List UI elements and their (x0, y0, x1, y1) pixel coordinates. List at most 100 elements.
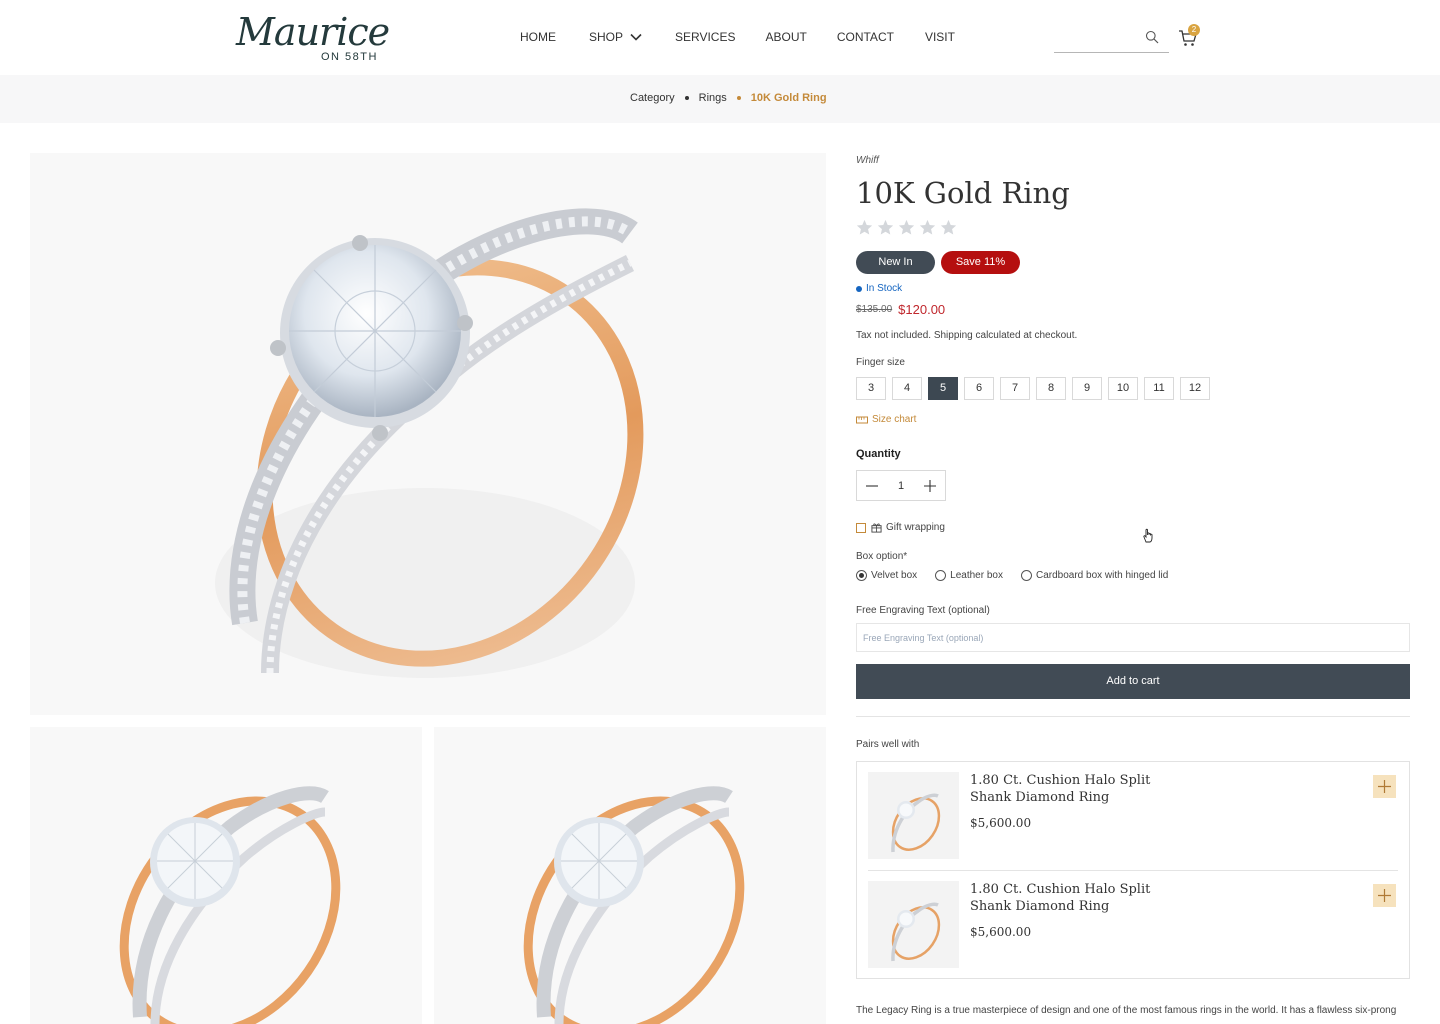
size-selector: 3 4 5 6 7 8 9 10 11 12 (856, 377, 1216, 400)
pair-product-name[interactable]: 1.80 Ct. Cushion Halo Split Shank Diamon… (970, 881, 1190, 915)
size-option-9[interactable]: 9 (1072, 377, 1102, 400)
search-input[interactable] (1054, 26, 1142, 50)
gift-wrapping-option[interactable]: Gift wrapping (856, 522, 945, 533)
finger-size-label: Finger size (856, 357, 905, 368)
price-block: $135.00 $120.00 (856, 302, 945, 317)
pair-item[interactable]: 1.80 Ct. Cushion Halo Split Shank Diamon… (868, 881, 1398, 981)
logo-subtitle: ON 58TH (321, 51, 378, 63)
breadcrumb-current: 10K Gold Ring (750, 92, 827, 104)
ring-image (523, 786, 745, 1024)
search-icon[interactable] (1145, 30, 1159, 44)
size-option-5[interactable]: 5 (928, 377, 958, 400)
size-option-8[interactable]: 8 (1036, 377, 1066, 400)
size-option-10[interactable]: 10 (1108, 377, 1138, 400)
product-vendor[interactable]: Whiff (856, 155, 879, 166)
nav-shop-label: SHOP (589, 30, 624, 44)
save-badge: Save 11% (941, 251, 1020, 274)
size-option-7[interactable]: 7 (1000, 377, 1030, 400)
nav-contact[interactable]: CONTACT (837, 30, 894, 44)
pairs-label: Pairs well with (856, 739, 920, 750)
add-to-cart-button[interactable]: Add to cart (856, 664, 1410, 699)
nav-visit[interactable]: VISIT (925, 30, 955, 44)
product-image-main[interactable] (30, 153, 826, 715)
nav-about[interactable]: ABOUT (765, 30, 806, 44)
size-chart-link[interactable]: Size chart (856, 414, 916, 425)
breadcrumb: Category Rings 10K Gold Ring (630, 92, 827, 104)
ring-image (891, 902, 941, 962)
box-option-velvet[interactable]: Velvet box (856, 570, 917, 581)
size-option-4[interactable]: 4 (892, 377, 922, 400)
star-icon (877, 219, 894, 235)
rating-stars (856, 219, 961, 236)
breadcrumb-category[interactable]: Category (630, 92, 675, 104)
chevron-down-icon (630, 33, 642, 41)
breadcrumb-separator (736, 96, 741, 100)
minus-icon[interactable] (865, 479, 879, 493)
tax-note: Tax not included. Shipping calculated at… (856, 330, 1078, 341)
size-option-12[interactable]: 12 (1180, 377, 1210, 400)
ring-image (119, 786, 341, 1024)
pairs-well-with-list: 1.80 Ct. Cushion Halo Split Shank Diamon… (856, 761, 1410, 979)
main-nav: HOME SHOP SERVICES ABOUT CONTACT VISIT (520, 30, 955, 44)
radio-velvet[interactable] (856, 570, 867, 581)
gift-label: Gift wrapping (886, 522, 945, 533)
box-option-leather[interactable]: Leather box (935, 570, 1003, 581)
plus-icon[interactable] (923, 479, 937, 493)
hand-cursor-icon (1143, 528, 1153, 543)
pair-product-image[interactable] (868, 881, 959, 968)
product-image-thumb-2[interactable] (434, 727, 826, 1024)
add-icon[interactable] (1373, 775, 1396, 798)
nav-services[interactable]: SERVICES (675, 30, 735, 44)
add-icon[interactable] (1373, 884, 1396, 907)
nav-shop[interactable]: SHOP (589, 30, 643, 44)
star-icon (940, 219, 957, 235)
box-option-leather-label: Leather box (950, 570, 1003, 581)
product-image-thumb-1[interactable] (30, 727, 422, 1024)
stock-dot-icon (856, 285, 862, 292)
new-in-badge: New In (856, 251, 935, 274)
gift-icon (871, 523, 882, 533)
product-description: The Legacy Ring is a true masterpiece of… (856, 1005, 1397, 1016)
search-box (1054, 26, 1169, 53)
box-option-cardboard-label: Cardboard box with hinged lid (1035, 570, 1169, 581)
engraving-input[interactable] (856, 623, 1410, 652)
size-option-6[interactable]: 6 (964, 377, 994, 400)
section-divider (856, 716, 1410, 717)
nav-home[interactable]: HOME (520, 30, 556, 44)
pair-item[interactable]: 1.80 Ct. Cushion Halo Split Shank Diamon… (868, 772, 1398, 871)
pair-product-image[interactable] (868, 772, 959, 859)
ring-image (891, 793, 941, 853)
ring-image (215, 208, 644, 678)
price-original: $135.00 (856, 304, 893, 315)
logo[interactable]: Maurice ON 58TH (236, 10, 396, 66)
breadcrumb-bar: Category Rings 10K Gold Ring (0, 75, 1440, 123)
product-title: 10K Gold Ring (856, 176, 1070, 210)
quantity-value[interactable]: 1 (898, 480, 904, 492)
product-badges: New In Save 11% (856, 251, 1026, 274)
pair-product-price: $5,600.00 (970, 816, 1032, 830)
breadcrumb-separator (684, 96, 689, 100)
quantity-stepper: 1 (856, 470, 946, 501)
quantity-label: Quantity (856, 448, 901, 460)
size-option-11[interactable]: 11 (1144, 377, 1174, 400)
star-icon (919, 219, 936, 235)
pair-product-name[interactable]: 1.80 Ct. Cushion Halo Split Shank Diamon… (970, 772, 1190, 806)
radio-cardboard[interactable] (1020, 570, 1032, 581)
size-chart-label: Size chart (872, 414, 917, 425)
site-header: Maurice ON 58TH HOME SHOP SERVICES ABOUT… (0, 0, 1440, 75)
radio-leather[interactable] (935, 570, 947, 581)
cart-count-badge: 2 (1188, 24, 1200, 36)
logo-script: Maurice (236, 10, 390, 54)
gift-checkbox[interactable] (856, 522, 866, 533)
breadcrumb-rings[interactable]: Rings (699, 92, 727, 104)
pair-product-price: $5,600.00 (970, 925, 1032, 939)
box-option-velvet-label: Velvet box (871, 570, 918, 581)
box-option-label: Box option* (856, 551, 908, 562)
star-icon (898, 219, 915, 235)
engraving-label: Free Engraving Text (optional) (856, 605, 990, 616)
star-icon (856, 219, 873, 235)
stock-status: In Stock (856, 283, 902, 294)
stock-label: In Stock (866, 283, 903, 294)
size-option-3[interactable]: 3 (856, 377, 886, 400)
box-option-cardboard[interactable]: Cardboard box with hinged lid (1020, 570, 1169, 581)
